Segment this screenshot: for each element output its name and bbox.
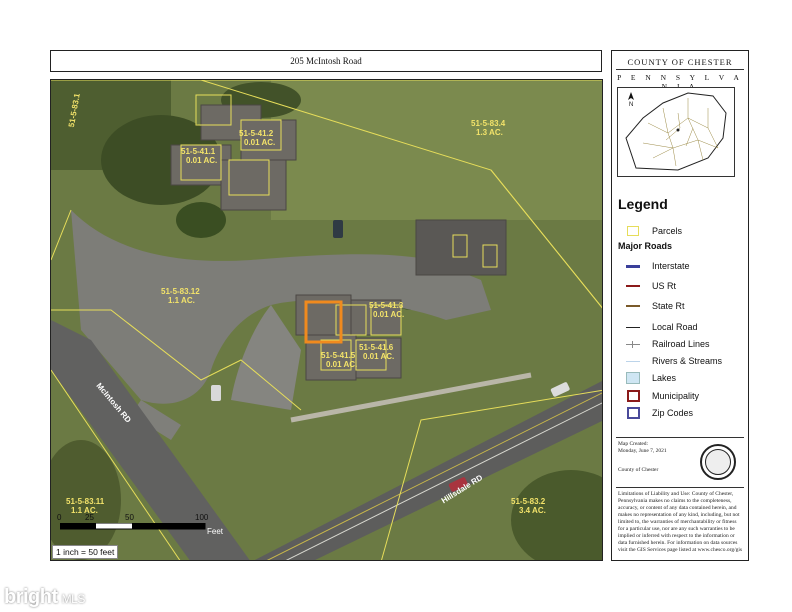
legend-item-zip-codes: Zip Codes bbox=[626, 406, 693, 420]
parcel-area: 0.01 AC. bbox=[326, 360, 357, 369]
interstate-line-icon bbox=[626, 261, 640, 271]
legend-item-parcels: Parcels bbox=[626, 224, 682, 238]
river-line-icon bbox=[626, 356, 640, 366]
parcel-label: 51-5-41.2 bbox=[239, 129, 274, 138]
scale-bar-graphic bbox=[60, 523, 206, 530]
svg-text:N: N bbox=[629, 102, 633, 108]
scale-tick-0: 0 bbox=[57, 513, 62, 522]
parcel-label: 51-5-41.1 bbox=[181, 147, 216, 156]
divider bbox=[616, 69, 744, 70]
parcel-label: 51-5-83.11 bbox=[66, 497, 105, 506]
legend-item-local-road: Local Road bbox=[626, 320, 698, 334]
parcel-area: 3.4 AC. bbox=[519, 506, 546, 515]
state-route-line-icon bbox=[626, 301, 640, 311]
parcel-area: 0.01 AC. bbox=[186, 156, 217, 165]
railroad-line-icon bbox=[626, 339, 640, 349]
scale-unit: Feet bbox=[207, 527, 224, 536]
legend-item-railroad: Railroad Lines bbox=[626, 337, 710, 351]
aerial-map[interactable]: 51-5-83.4 1.3 AC. 51-5-83.12 1.1 AC. 51-… bbox=[50, 79, 603, 561]
map-created-label: Map Created: bbox=[618, 441, 649, 447]
county-title: COUNTY OF CHESTER bbox=[627, 57, 733, 67]
parcel-label: 51-5-41.5 bbox=[321, 351, 356, 360]
municipality-swatch-icon bbox=[626, 390, 640, 402]
map-created-date: Monday, June 7, 2021 bbox=[618, 448, 667, 454]
divider bbox=[616, 487, 744, 488]
aerial-map-svg: 51-5-83.4 1.3 AC. 51-5-83.12 1.1 AC. 51-… bbox=[51, 80, 602, 560]
legend-major-roads: Major Roads bbox=[618, 241, 673, 251]
parcel-area: 0.01 AC. bbox=[244, 138, 275, 147]
county-seal-icon bbox=[700, 444, 736, 480]
legend-item-interstate: Interstate bbox=[626, 259, 690, 273]
parcel-label: 51-5-83.4 bbox=[471, 119, 506, 128]
parcel-label: 51-5-83.2 bbox=[511, 497, 546, 506]
parcel-label: 51-5-83.12 bbox=[161, 287, 200, 296]
locator-map-svg: N bbox=[625, 92, 727, 171]
parcel-area: 1.3 AC. bbox=[476, 128, 503, 137]
bright-mls-watermark: bright MLS bbox=[4, 586, 85, 608]
legend-title: Legend bbox=[618, 196, 668, 212]
parcel-label: 51-5-41.6 bbox=[359, 343, 394, 352]
north-arrow-icon bbox=[628, 92, 634, 100]
us-route-line-icon bbox=[626, 281, 640, 291]
disclaimer-text: Limitations of Liability and Use: County… bbox=[618, 491, 743, 553]
parcel-area: 0.01 AC. bbox=[363, 352, 394, 361]
scale-note: 1 inch = 50 feet bbox=[52, 545, 119, 559]
divider bbox=[616, 437, 744, 438]
scale-tick-100: 100 bbox=[195, 513, 209, 522]
parcel-area: 0.01 AC. bbox=[373, 310, 404, 319]
map-title: 205 McIntosh Road bbox=[50, 50, 602, 72]
legend-item-municipality: Municipality bbox=[626, 389, 699, 403]
map-author: County of Chester bbox=[618, 467, 659, 473]
legend-item-us-rt: US Rt bbox=[626, 279, 676, 293]
locator-map: N bbox=[617, 87, 735, 177]
local-road-line-icon bbox=[626, 322, 640, 332]
parcel-swatch-icon bbox=[626, 226, 640, 236]
legend-item-rivers: Rivers & Streams bbox=[626, 354, 722, 368]
lake-swatch-icon bbox=[626, 372, 640, 384]
parcel-area: 1.1 AC. bbox=[168, 296, 195, 305]
parcel-label: 51-5-41.3 bbox=[369, 301, 404, 310]
scale-tick-25: 25 bbox=[85, 513, 94, 522]
legend-item-state-rt: State Rt bbox=[626, 299, 685, 313]
map-sidebar: COUNTY OF CHESTER P E N N S Y L V A N I … bbox=[611, 50, 749, 561]
scale-bar: 0 25 50 100 Feet bbox=[57, 513, 223, 536]
zip-code-swatch-icon bbox=[626, 407, 640, 419]
legend-item-lakes: Lakes bbox=[626, 371, 676, 385]
scale-tick-50: 50 bbox=[125, 513, 134, 522]
